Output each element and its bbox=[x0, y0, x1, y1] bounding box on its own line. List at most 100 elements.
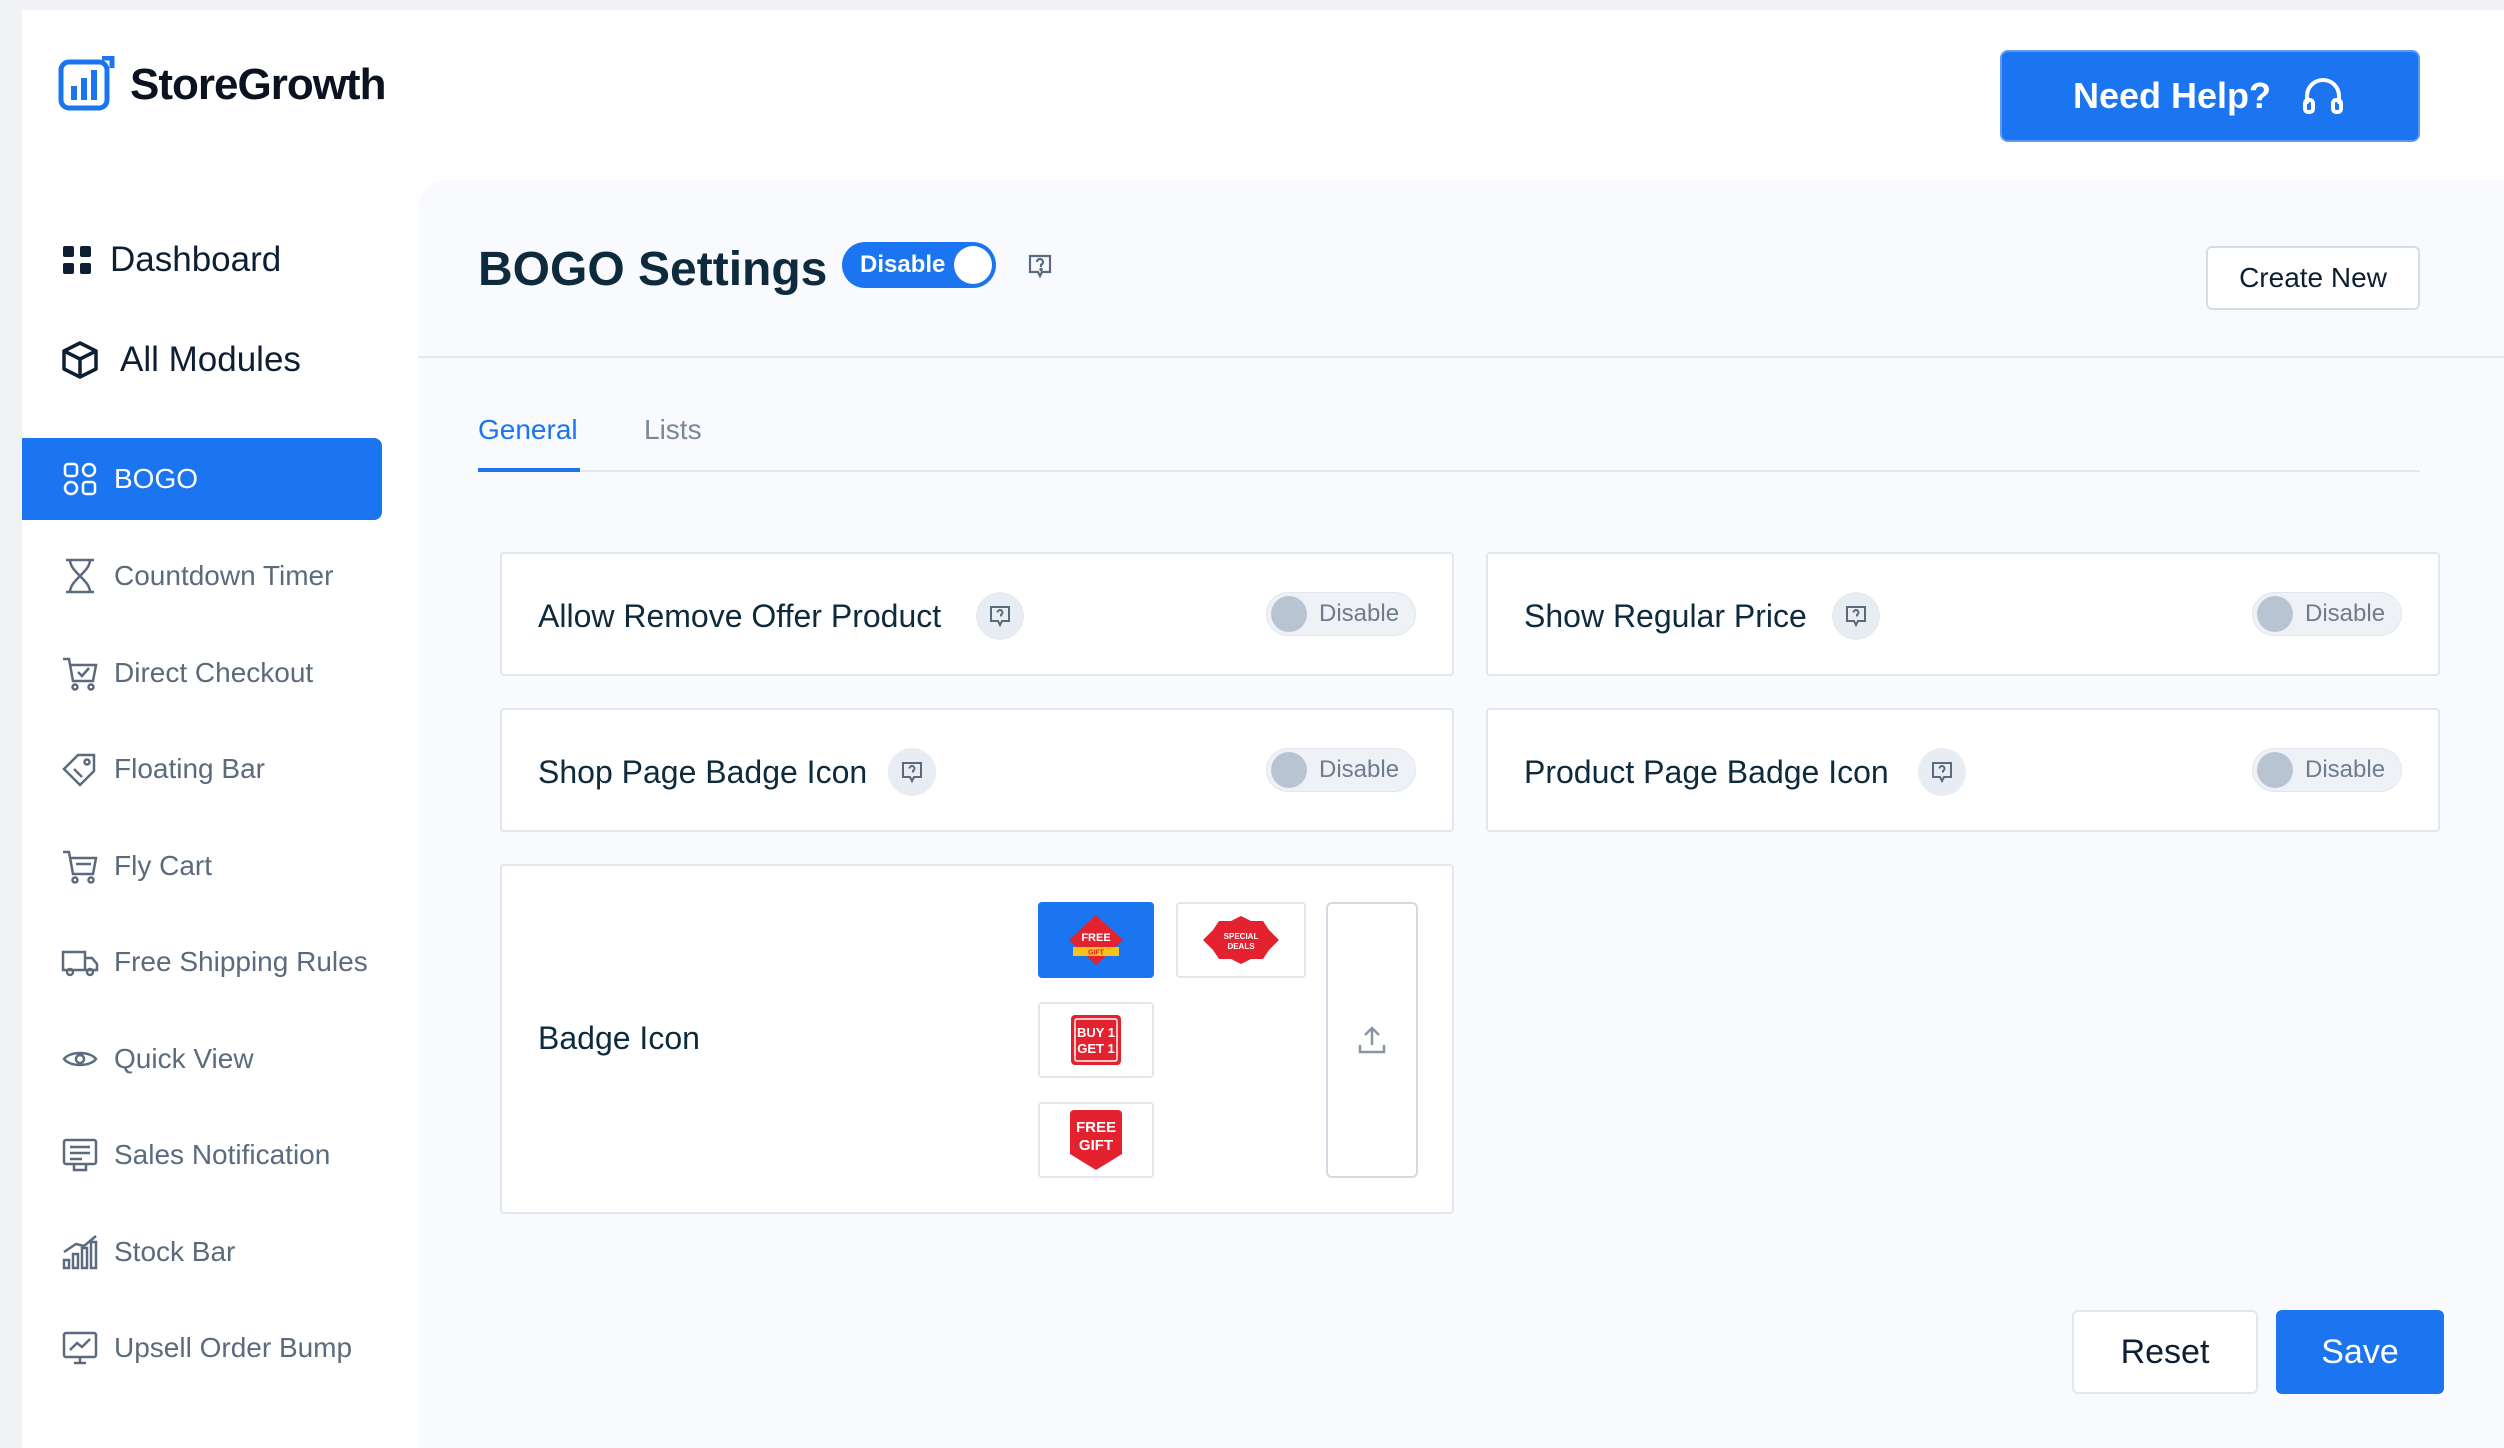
dashboard-grid-icon bbox=[63, 246, 91, 274]
svg-text:DEALS: DEALS bbox=[1227, 942, 1255, 951]
save-button[interactable]: Save bbox=[2276, 1310, 2444, 1394]
cart-check-icon bbox=[60, 653, 100, 693]
svg-text:GIFT: GIFT bbox=[1088, 950, 1105, 957]
free-gift-badge-icon: FREE GIFT bbox=[1069, 915, 1123, 965]
help-tooltip-icon[interactable] bbox=[976, 592, 1024, 640]
bogo-icon bbox=[60, 459, 100, 499]
app-window: StoreGrowth Need Help? Dashboard All Mod… bbox=[22, 10, 2504, 1448]
upload-icon bbox=[1358, 1026, 1386, 1054]
sidebar-item-label: Upsell Order Bump bbox=[114, 1332, 353, 1363]
setting-label: Show Regular Price bbox=[1524, 598, 1807, 634]
title-bar: BOGO Settings Disable Create New bbox=[418, 180, 2504, 358]
toggle-knob bbox=[2257, 752, 2293, 788]
tab-lists[interactable]: Lists bbox=[644, 400, 714, 472]
hourglass-icon bbox=[60, 556, 100, 596]
svg-text:BUY 1: BUY 1 bbox=[1077, 1025, 1115, 1040]
badge-upload-button[interactable] bbox=[1326, 902, 1418, 1178]
sidebar-item-fly-cart[interactable]: Fly Cart bbox=[22, 825, 382, 907]
free-gift-ribbon-badge-icon: FREE GIFT bbox=[1070, 1110, 1122, 1170]
brand-logo[interactable]: StoreGrowth bbox=[58, 56, 386, 114]
tag-icon bbox=[60, 749, 100, 789]
sidebar-item-label: Countdown Timer bbox=[114, 560, 334, 591]
badge-option-free-gift[interactable]: FREE GIFT bbox=[1038, 902, 1154, 978]
setting-label: Shop Page Badge Icon bbox=[538, 754, 868, 790]
sidebar-item-label: Fly Cart bbox=[114, 850, 212, 881]
special-deals-badge-icon: SPECIAL DEALS bbox=[1203, 916, 1279, 964]
sidebar-item-sales-notification[interactable]: Sales Notification bbox=[22, 1114, 382, 1196]
toggle-label: Disable bbox=[2305, 756, 2386, 783]
setting-label: Allow Remove Offer Product bbox=[538, 598, 942, 634]
setting-label: Product Page Badge Icon bbox=[1524, 754, 1889, 790]
toggle-label: Disable bbox=[2305, 600, 2386, 627]
create-new-button[interactable]: Create New bbox=[2206, 246, 2420, 310]
need-help-label: Need Help? bbox=[2072, 75, 2272, 116]
toggle-knob bbox=[1271, 752, 1307, 788]
sidebar-item-label: BOGO bbox=[114, 463, 199, 494]
toggle-knob bbox=[954, 246, 992, 284]
shop-page-badge-toggle[interactable]: Disable bbox=[1266, 748, 1416, 792]
badge-option-free-gift-ribbon[interactable]: FREE GIFT bbox=[1038, 1102, 1154, 1178]
product-page-badge-toggle[interactable]: Disable bbox=[2252, 748, 2402, 792]
toggle-label: Disable bbox=[1319, 756, 1400, 783]
sidebar-item-direct-checkout[interactable]: Direct Checkout bbox=[22, 632, 382, 714]
setting-shop-page-badge-icon: Shop Page Badge Icon Disable bbox=[500, 708, 1454, 832]
svg-text:FREE: FREE bbox=[1081, 932, 1110, 944]
sidebar-item-label: Stock Bar bbox=[114, 1236, 236, 1267]
page-title: BOGO Settings bbox=[478, 243, 828, 296]
sidebar-item-label: Free Shipping Rules bbox=[114, 946, 368, 977]
setting-badge-icon: Badge Icon FREE GIFT SPECIAL DEALS BUY 1… bbox=[500, 864, 1454, 1214]
sidebar-item-label: Floating Bar bbox=[114, 753, 265, 784]
cart-icon bbox=[60, 846, 100, 886]
reset-button[interactable]: Reset bbox=[2072, 1310, 2258, 1394]
toggle-knob bbox=[1271, 596, 1307, 632]
truck-icon bbox=[60, 942, 100, 982]
brand-name: StoreGrowth bbox=[130, 60, 386, 109]
sidebar-item-countdown-timer[interactable]: Countdown Timer bbox=[22, 535, 382, 617]
sidebar-item-dashboard[interactable]: Dashboard bbox=[60, 240, 281, 280]
setting-product-page-badge-icon: Product Page Badge Icon Disable bbox=[1486, 708, 2440, 832]
help-tooltip-icon[interactable] bbox=[1832, 592, 1880, 640]
sidebar-item-upsell-order-bump[interactable]: Upsell Order Bump bbox=[22, 1307, 382, 1389]
svg-text:FREE: FREE bbox=[1076, 1119, 1116, 1136]
badge-option-buy-1-get-1[interactable]: BUY 1 GET 1 bbox=[1038, 1002, 1154, 1078]
allow-remove-offer-toggle[interactable]: Disable bbox=[1266, 592, 1416, 636]
notification-board-icon bbox=[60, 1135, 100, 1175]
setting-show-regular-price: Show Regular Price Disable bbox=[1486, 552, 2440, 676]
tab-general[interactable]: General bbox=[478, 400, 580, 472]
buy-1-get-1-badge-icon: BUY 1 GET 1 bbox=[1071, 1015, 1121, 1065]
toggle-label: Disable bbox=[860, 251, 946, 278]
toggle-label: Disable bbox=[1319, 600, 1400, 627]
sidebar-item-floating-bar[interactable]: Floating Bar bbox=[22, 728, 382, 810]
help-tooltip-icon[interactable] bbox=[1918, 748, 1966, 796]
bogo-enable-toggle[interactable]: Disable bbox=[842, 242, 996, 288]
sidebar-item-bogo[interactable]: BOGO bbox=[22, 438, 382, 520]
toggle-knob bbox=[2257, 596, 2293, 632]
sidebar-item-label: Sales Notification bbox=[114, 1139, 331, 1170]
sidebar-item-all-modules[interactable]: All Modules bbox=[60, 340, 301, 380]
eye-icon bbox=[60, 1039, 100, 1079]
help-tooltip-icon[interactable] bbox=[1026, 252, 1054, 280]
setting-allow-remove-offer-product: Allow Remove Offer Product Disable bbox=[500, 552, 1454, 676]
badge-option-special-deals[interactable]: SPECIAL DEALS bbox=[1176, 902, 1306, 978]
svg-text:SPECIAL: SPECIAL bbox=[1224, 932, 1259, 941]
need-help-button[interactable]: Need Help? bbox=[2000, 50, 2420, 142]
sidebar-item-label: All Modules bbox=[120, 340, 301, 379]
headphones-icon bbox=[2303, 78, 2344, 114]
sidebar-item-free-shipping-rules[interactable]: Free Shipping Rules bbox=[22, 921, 382, 1003]
help-tooltip-icon[interactable] bbox=[888, 748, 936, 796]
tab-bar: General Lists bbox=[478, 400, 2420, 472]
sidebar-item-label: Dashboard bbox=[110, 240, 282, 279]
sidebar-item-quick-view[interactable]: Quick View bbox=[22, 1018, 382, 1100]
show-regular-price-toggle[interactable]: Disable bbox=[2252, 592, 2402, 636]
sidebar-item-label: Quick View bbox=[114, 1043, 254, 1074]
cube-icon bbox=[62, 341, 98, 379]
storegrowth-logo-icon bbox=[58, 56, 115, 111]
svg-text:GIFT: GIFT bbox=[1079, 1137, 1113, 1154]
sidebar-item-label: Direct Checkout bbox=[114, 657, 314, 688]
svg-text:GET 1: GET 1 bbox=[1077, 1041, 1115, 1056]
setting-label: Badge Icon bbox=[538, 1020, 700, 1056]
bar-chart-icon bbox=[60, 1232, 100, 1272]
sidebar-item-stock-bar[interactable]: Stock Bar bbox=[22, 1211, 382, 1293]
trend-monitor-icon bbox=[60, 1328, 100, 1368]
main-panel: BOGO Settings Disable Create New General… bbox=[418, 180, 2504, 1448]
